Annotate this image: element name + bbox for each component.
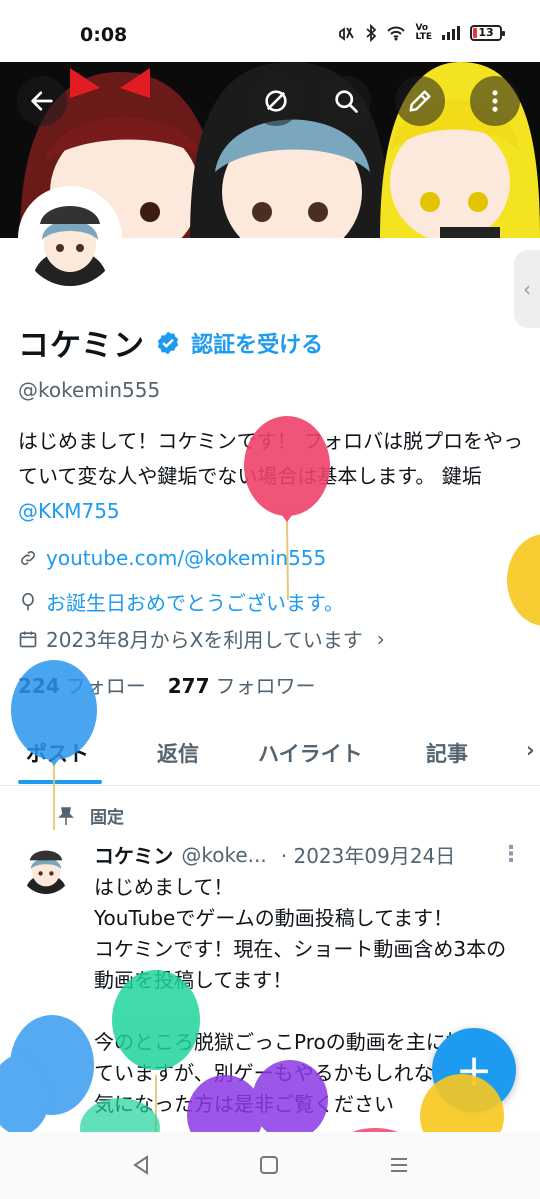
birthday-row: お誕生日おめでとうございます。 <box>18 587 344 616</box>
edit-button[interactable] <box>395 76 445 126</box>
search-button[interactable] <box>321 76 371 126</box>
post-more-icon[interactable]: ⋮ <box>500 842 522 867</box>
back-button[interactable] <box>17 76 67 126</box>
followers-count: 277 <box>167 674 210 698</box>
balloon-icon <box>22 592 34 610</box>
follow-stats: 224 フォロー 277 フォロワー <box>18 670 316 699</box>
avatar-image <box>22 190 118 286</box>
profile-bio: はじめまして！コケミンです！ フォロバは脱プロをやっていて変な人や鍵垢でない場合… <box>18 424 524 529</box>
more-vertical-icon <box>492 90 498 112</box>
post-author-handle[interactable]: @koke... <box>181 843 266 867</box>
post-avatar-image <box>20 842 72 894</box>
calendar-icon <box>19 631 37 647</box>
grok-icon <box>265 90 287 112</box>
pinned-text: 固定 <box>90 808 124 828</box>
balloon-yellow-right <box>507 534 540 626</box>
get-verified-link[interactable]: 認証を受ける <box>191 327 323 359</box>
battery-icon: 13 <box>470 25 505 41</box>
status-bar: 0:08 Vo LTE 13 <box>0 0 540 62</box>
signal-icon <box>442 26 460 40</box>
post-header: コケミン @koke... · 2023年09月24日 <box>94 840 455 869</box>
website-row: youtube.com/@kokemin555 <box>18 546 326 570</box>
profile-name: コケミン <box>18 328 146 364</box>
mute-icon <box>339 27 355 41</box>
tab-posts[interactable]: ポスト <box>26 738 89 768</box>
chevron-left-icon: ‹ <box>523 277 531 301</box>
chevron-right-icon: › <box>376 626 385 651</box>
balloon-blue-bottom <box>0 1015 94 1135</box>
more-button[interactable] <box>470 76 520 126</box>
side-panel-handle[interactable]: ‹ <box>514 250 540 328</box>
pinned-label-row: 固定 <box>58 803 124 828</box>
joined-text: 2023年8月からXを利用しています <box>46 628 363 652</box>
profile-name-row: コケミン 認証を受ける <box>18 320 323 365</box>
active-tab-indicator <box>18 780 102 784</box>
birthday-text[interactable]: お誕生日おめでとうございます。 <box>46 587 344 616</box>
status-icons: Vo LTE 13 <box>336 23 505 42</box>
battery-level: 13 <box>478 26 494 39</box>
bio-text: はじめまして！コケミンです！ フォロバは脱プロをやっていて変な人や鍵垢でない場合… <box>18 429 524 488</box>
system-nav-bar <box>0 1132 540 1199</box>
grok-button[interactable] <box>251 76 301 126</box>
profile-avatar[interactable] <box>18 186 122 290</box>
search-icon <box>335 90 358 113</box>
nav-recents-icon[interactable] <box>388 1154 410 1176</box>
profile-tabs: ポスト 返信 ハイライト 記事 › <box>0 722 540 786</box>
tab-highlights[interactable]: ハイライト <box>258 738 363 768</box>
profile-handle: @kokemin555 <box>18 378 161 402</box>
nav-back-icon[interactable] <box>130 1154 152 1176</box>
following-count: 224 <box>18 674 60 698</box>
bio-mention-link[interactable]: @KKM755 <box>18 499 120 523</box>
followers-label: フォロワー <box>215 674 316 698</box>
bluetooth-icon <box>366 24 377 42</box>
status-time: 0:08 <box>80 24 128 46</box>
website-link[interactable]: youtube.com/@kokemin555 <box>46 546 326 570</box>
following-link[interactable]: 224 フォロー <box>18 670 146 699</box>
tabs-scroll-chevron-icon[interactable]: › <box>526 738 535 762</box>
post-author-name[interactable]: コケミン <box>94 840 173 869</box>
pin-icon <box>58 806 74 825</box>
tab-articles[interactable]: 記事 <box>426 738 468 768</box>
arrow-left-icon <box>31 91 53 111</box>
volte-icon: Vo LTE <box>415 23 432 42</box>
tab-replies[interactable]: 返信 <box>157 738 199 768</box>
nav-home-icon[interactable] <box>258 1154 280 1176</box>
wifi-icon <box>387 26 406 41</box>
post-date: · 2023年09月24日 <box>280 844 456 868</box>
post-avatar[interactable] <box>20 842 72 894</box>
link-icon <box>21 551 35 565</box>
verified-badge-icon <box>157 331 179 354</box>
followers-link[interactable]: 277 フォロワー <box>168 670 316 699</box>
edit-icon <box>409 90 431 112</box>
following-label: フォロー <box>65 674 146 698</box>
joined-row[interactable]: 2023年8月からXを利用しています › <box>18 624 385 653</box>
